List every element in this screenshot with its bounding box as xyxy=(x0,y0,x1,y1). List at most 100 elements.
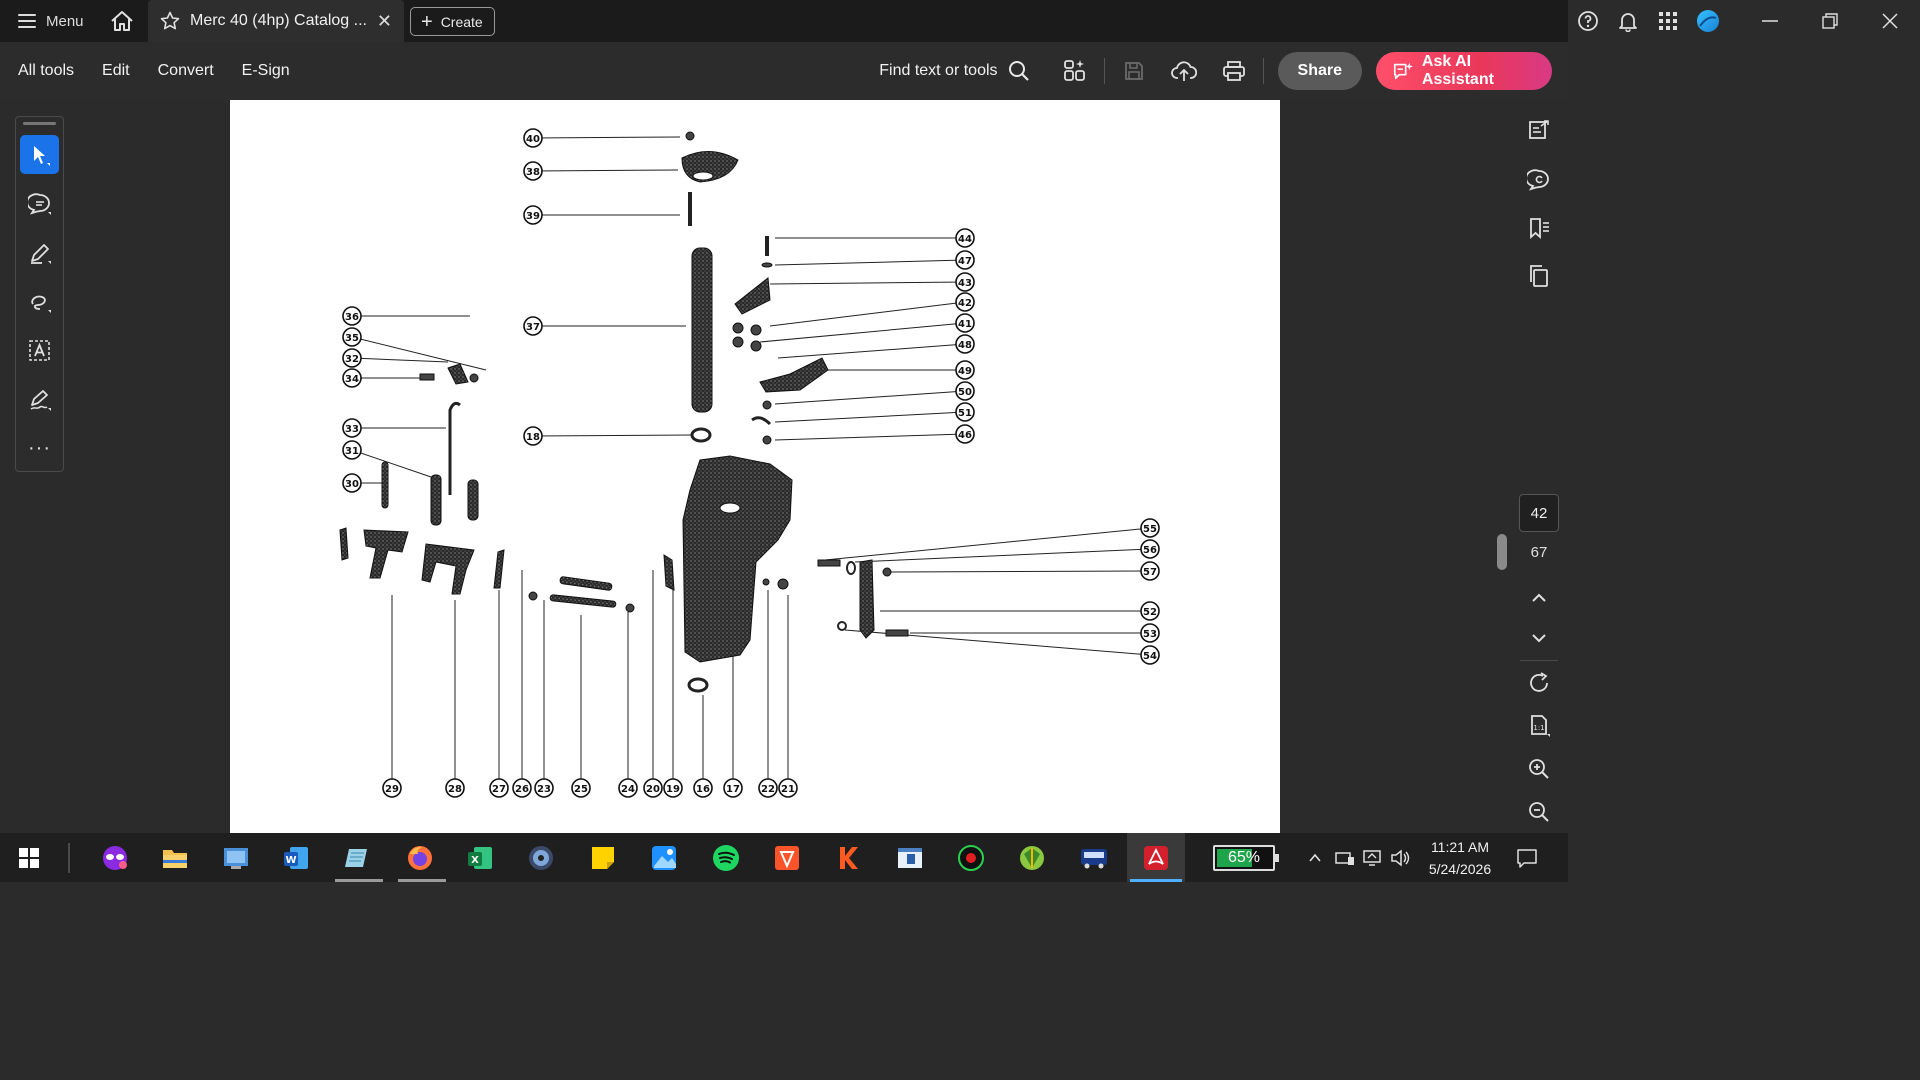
notifications-button[interactable] xyxy=(1608,0,1648,42)
star-icon[interactable] xyxy=(160,11,180,31)
callout-number: 21 xyxy=(781,784,795,795)
previous-page-button[interactable] xyxy=(1523,582,1555,614)
leader-line xyxy=(854,548,1151,563)
start-button[interactable] xyxy=(12,841,46,875)
clock-date: 5/24/2026 xyxy=(1428,861,1492,877)
minimize-button[interactable] xyxy=(1740,0,1800,42)
taskbar-recorder[interactable] xyxy=(954,841,988,875)
leader-line xyxy=(777,343,966,359)
taskbar-clock[interactable]: 11:21 AM 5/24/2026 xyxy=(1410,836,1510,880)
next-page-button[interactable] xyxy=(1523,622,1555,654)
taskbar-k-app[interactable] xyxy=(831,841,865,875)
zoom-out-button[interactable] xyxy=(1523,796,1555,828)
taskbar-brave[interactable] xyxy=(770,841,804,875)
part-callout: 26 xyxy=(512,778,532,798)
folder-icon xyxy=(163,850,187,868)
taskbar-notes-app[interactable] xyxy=(340,841,374,875)
help-button[interactable] xyxy=(1568,0,1608,42)
save-icon xyxy=(1124,62,1143,80)
taskbar-spotify[interactable] xyxy=(709,841,743,875)
taskbar-bus-app[interactable] xyxy=(1077,841,1111,875)
close-tab-icon[interactable]: ✕ xyxy=(377,11,392,32)
export-pdf-button[interactable] xyxy=(1523,114,1555,146)
leader-line xyxy=(351,336,487,371)
notification-center-button[interactable] xyxy=(1515,846,1539,870)
print-button[interactable] xyxy=(1209,42,1259,100)
taskbar-vpn-app[interactable] xyxy=(1015,841,1049,875)
taskbar-control-panel[interactable] xyxy=(219,841,253,875)
taskbar-acrobat[interactable] xyxy=(1139,841,1173,875)
menu-e-sign[interactable]: E-Sign xyxy=(242,62,290,80)
menu-edit[interactable]: Edit xyxy=(102,62,130,80)
highlight-tool[interactable] xyxy=(20,233,59,272)
ai-tools-button[interactable] xyxy=(1050,42,1100,100)
close-window-button[interactable] xyxy=(1860,0,1920,42)
menu-convert[interactable]: Convert xyxy=(158,62,214,80)
active-indicator xyxy=(398,879,446,882)
actual-size-button[interactable]: 1:1 xyxy=(1523,710,1555,742)
comments-panel-button[interactable] xyxy=(1523,164,1555,196)
network-icon xyxy=(1335,852,1354,865)
callout-number: 50 xyxy=(958,387,972,398)
tray-overflow-button[interactable] xyxy=(1303,846,1327,870)
comment-tool[interactable] xyxy=(20,184,59,223)
part-callout: 33 xyxy=(342,418,362,438)
active-indicator xyxy=(1130,879,1182,882)
restore-button[interactable] xyxy=(1800,0,1860,42)
taskbar-file-explorer[interactable] xyxy=(158,841,192,875)
vertical-scrollbar-thumb[interactable] xyxy=(1497,534,1507,570)
part-callout: 38 xyxy=(523,161,543,181)
taskbar-sticky-notes[interactable] xyxy=(586,841,620,875)
callout-number: 48 xyxy=(958,340,972,351)
pdf-page[interactable]: 40 38 39 37 18 44 47 43 42 41 48 49 50 51 46 36 35 32 34 33… xyxy=(230,100,1280,833)
rotate-button[interactable] xyxy=(1523,667,1555,699)
bookmarks-button[interactable] xyxy=(1523,212,1555,244)
current-page-input[interactable]: 42 xyxy=(1519,494,1559,532)
upload-cloud-button[interactable] xyxy=(1159,42,1209,100)
taskbar-photos[interactable] xyxy=(647,841,681,875)
part-callout: 36 xyxy=(342,306,362,326)
tray-display[interactable] xyxy=(1361,846,1385,870)
notification-icon xyxy=(1517,849,1537,868)
callout-number: 52 xyxy=(1143,607,1157,618)
battery-indicator[interactable]: 65% xyxy=(1213,845,1279,871)
document-tab[interactable]: Merc 40 (4hp) Catalog ... ✕ xyxy=(148,0,404,42)
find-text-or-tools[interactable]: Find text or tools xyxy=(879,60,1029,82)
taskbar-app-mask[interactable] xyxy=(98,841,132,875)
share-button[interactable]: Share xyxy=(1277,52,1362,90)
select-tool[interactable] xyxy=(20,135,59,174)
taskbar-disc-app[interactable] xyxy=(524,841,558,875)
part-callout: 55 xyxy=(1140,518,1160,538)
more-tools-button[interactable]: ··· xyxy=(20,429,59,468)
apps-button[interactable] xyxy=(1648,0,1688,42)
taskbar-divider xyxy=(68,843,70,873)
home-button[interactable] xyxy=(102,0,142,42)
sign-tool[interactable] xyxy=(20,380,59,419)
callout-number: 29 xyxy=(385,784,399,795)
tray-network[interactable] xyxy=(1333,846,1357,870)
panel-drag-handle[interactable] xyxy=(23,122,56,125)
page-thumbnails-button[interactable] xyxy=(1523,260,1555,292)
menu-all-tools[interactable]: All tools xyxy=(18,62,74,80)
draw-tool[interactable] xyxy=(20,282,59,321)
menu-button[interactable]: Menu xyxy=(0,0,102,42)
leader-line xyxy=(351,357,449,363)
part-callout: 23 xyxy=(534,778,554,798)
excel-icon: X xyxy=(468,847,492,869)
zoom-out-icon xyxy=(1529,802,1549,822)
zoom-in-button[interactable] xyxy=(1523,753,1555,785)
ask-ai-assistant-button[interactable]: Ask AI Assistant xyxy=(1376,52,1552,90)
profile-button[interactable] xyxy=(1688,0,1728,42)
callout-number: 35 xyxy=(345,333,359,344)
taskbar-word[interactable]: W xyxy=(279,841,313,875)
taskbar-firefox[interactable] xyxy=(403,841,437,875)
taskbar-excel[interactable]: X xyxy=(463,841,497,875)
create-button[interactable]: + Create xyxy=(410,7,495,36)
comment-panel-icon xyxy=(1527,169,1549,191)
part-callout: 18 xyxy=(523,426,543,446)
text-tool[interactable] xyxy=(20,331,59,370)
word-icon: W xyxy=(284,847,308,869)
save-button[interactable] xyxy=(1109,42,1159,100)
taskbar-window-app[interactable] xyxy=(893,841,927,875)
toolbar-separator xyxy=(1103,58,1105,84)
